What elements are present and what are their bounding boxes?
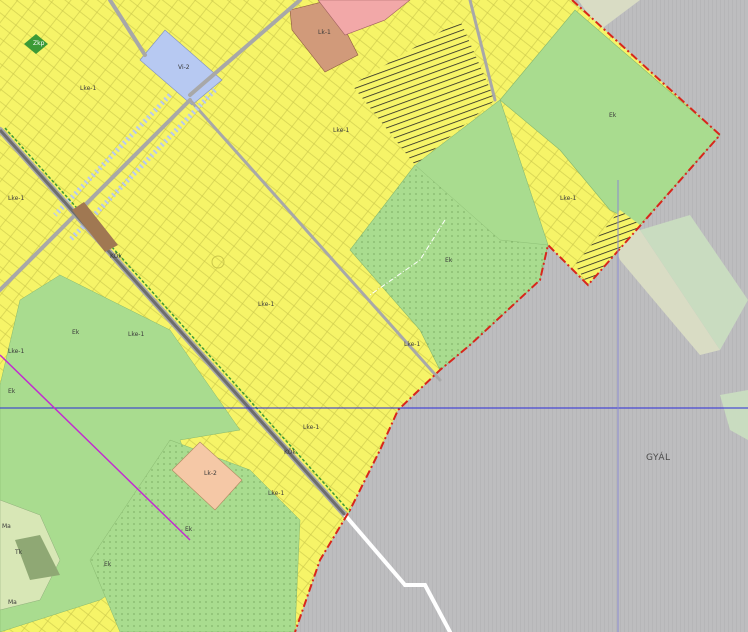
zone-label-lke1[interactable]: Lke-1 [80,86,96,92]
zone-label-tk[interactable]: Tk [15,550,22,556]
zone-label-lk2[interactable]: Lk-2 [204,471,217,477]
zone-label-vi2[interactable]: Vi-2 [178,65,190,71]
zone-label-ma[interactable]: Ma [8,600,17,606]
zone-label-lke1[interactable]: Lke-1 [560,196,576,202]
zone-label-lke1[interactable]: Lke-1 [333,128,349,134]
zone-label-ma[interactable]: Ma [2,524,11,530]
zone-label-lke1[interactable]: Lke-1 [303,425,319,431]
zone-label-kok[interactable]: KÖk [110,254,122,260]
zone-label-ek[interactable]: Ek [445,258,452,264]
zone-label-ek[interactable]: Ek [104,562,111,568]
map-canvas [0,0,748,632]
zone-label-lke1[interactable]: Lke-1 [404,342,420,348]
zone-label-lke1[interactable]: Lke-1 [268,491,284,497]
zone-label-lke1[interactable]: Lke-1 [8,349,24,355]
zone-label-ek[interactable]: Ek [185,527,192,533]
zone-label-lke1[interactable]: Lke-1 [128,332,144,338]
zone-label-ek[interactable]: Ek [8,389,15,395]
place-name-gyal: GYÁL [646,453,671,463]
zone-label-lke1[interactable]: Lke-1 [8,196,24,202]
zone-label-zkp[interactable]: Zkp [33,41,44,47]
zone-label-lk1[interactable]: Lk-1 [318,30,331,36]
zone-label-lke1[interactable]: Lke-1 [258,302,274,308]
zoning-map[interactable]: Zkp Vi-2 Lk-1 Lke-1 Lke-1 Lke-1 Lke-1 Lk… [0,0,748,632]
zone-label-kok[interactable]: KÖk [284,450,296,456]
zone-label-ek[interactable]: Ek [609,113,616,119]
zone-label-ek[interactable]: Ek [72,330,79,336]
